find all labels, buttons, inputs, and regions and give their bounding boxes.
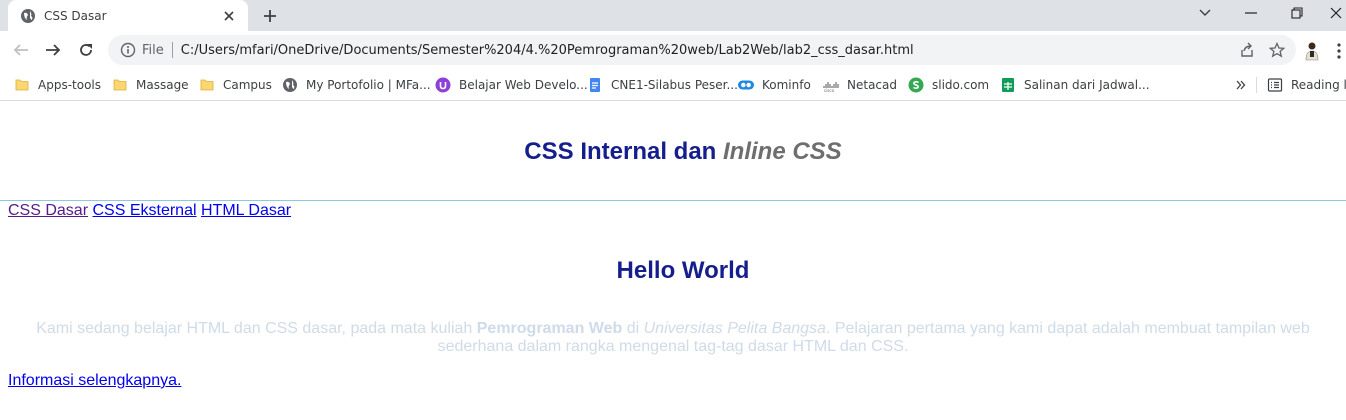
globe-icon	[282, 77, 298, 93]
bookmark-belajar-web[interactable]: Belajar Web Develo...	[435, 73, 588, 97]
restore-icon[interactable]	[1283, 2, 1311, 24]
bookmark-label: Apps-tools	[38, 78, 101, 92]
para-em: Universitas Pelita Bangsa	[643, 320, 826, 337]
profile-avatar-icon[interactable]	[1301, 40, 1323, 62]
bookmark-kominfo[interactable]: Kominfo	[738, 73, 811, 97]
info-icon[interactable]	[120, 42, 136, 58]
share-icon[interactable]	[1236, 39, 1258, 61]
page-title-em: Inline CSS	[723, 138, 842, 165]
bookmark-label: Salinan dari Jadwal...	[1024, 78, 1150, 92]
scheme-label: File	[142, 42, 164, 58]
globe-icon	[20, 8, 36, 24]
tab-strip: CSS Dasar	[0, 0, 1346, 31]
reading-list-label: Reading list	[1291, 78, 1346, 92]
page-title-plain: CSS Internal dan	[524, 138, 723, 165]
hello-heading: Hello World	[616, 257, 750, 284]
para-text-1: Kami sedang belajar HTML dan CSS dasar, …	[36, 320, 477, 337]
folder-icon	[112, 77, 128, 93]
tab-search-chevron-icon[interactable]	[1191, 2, 1219, 24]
bookmark-star-icon[interactable]	[1266, 39, 1288, 61]
nav-link-css-dasar[interactable]: CSS Dasar	[8, 202, 88, 219]
bookmark-label: Netacad	[847, 78, 897, 92]
horizontal-rule	[0, 200, 1346, 201]
bookmark-slido[interactable]: slido.com	[908, 73, 989, 97]
web-page: CSS Internal dan Inline CSS CSS Dasar CS…	[0, 102, 1346, 420]
back-arrow-icon[interactable]	[8, 37, 34, 63]
nav-link-html-dasar[interactable]: HTML Dasar	[201, 202, 291, 219]
slido-icon	[908, 77, 924, 93]
browser-toolbar: File C:/Users/mfari/OneDrive/Documents/S…	[0, 31, 1346, 69]
bookmark-label: Belajar Web Develo...	[459, 78, 588, 92]
nav-links: CSS Dasar CSS Eksternal HTML Dasar	[8, 202, 291, 220]
bookmark-label: CNE1-Silabus Peser...	[611, 78, 738, 92]
page-title: CSS Internal dan Inline CSS	[0, 138, 1346, 166]
close-icon[interactable]	[220, 7, 238, 25]
more-vert-icon[interactable]	[1334, 41, 1344, 61]
bookmark-label: Kominfo	[762, 78, 811, 92]
forward-arrow-icon[interactable]	[40, 37, 66, 63]
bookmark-label: My Portofolio | MFa...	[306, 78, 431, 92]
reading-list-button[interactable]: Reading list	[1267, 73, 1346, 97]
nav-link-css-eksternal[interactable]: CSS Eksternal	[92, 202, 196, 219]
reload-icon[interactable]	[73, 37, 99, 63]
cisco-icon: cisco	[823, 77, 839, 93]
reading-list-icon	[1267, 77, 1283, 93]
chevron-double-right-icon[interactable]	[1233, 75, 1249, 95]
folder-icon	[199, 77, 215, 93]
bookmark-my-portofolio[interactable]: My Portofolio | MFa...	[282, 73, 431, 97]
bookmark-salinan-jadwal[interactable]: Salinan dari Jadwal...	[1000, 73, 1150, 97]
bookmark-label: Massage	[136, 78, 189, 92]
new-tab-button[interactable]	[258, 4, 282, 28]
tab-css-dasar[interactable]: CSS Dasar	[8, 0, 248, 31]
bookmarks-divider	[1256, 77, 1257, 93]
bookmark-label: Campus	[223, 78, 272, 92]
kominfo-icon	[738, 77, 754, 93]
bookmark-label: slido.com	[932, 78, 990, 92]
close-window-icon[interactable]	[1326, 2, 1346, 24]
tab-title: CSS Dasar	[44, 8, 107, 23]
para-text-2: di	[622, 320, 644, 337]
folder-icon	[14, 77, 30, 93]
minimize-icon[interactable]	[1237, 2, 1265, 24]
info-link[interactable]: Informasi selengkapnya.	[8, 372, 181, 390]
docs-icon	[587, 77, 603, 93]
bookmark-campus[interactable]: Campus	[199, 73, 272, 97]
url-text[interactable]: C:/Users/mfari/OneDrive/Documents/Semest…	[181, 43, 1236, 58]
bookmark-massage[interactable]: Massage	[112, 73, 189, 97]
bookmark-netacad[interactable]: cisco Netacad	[823, 73, 897, 97]
sheets-icon	[1000, 77, 1016, 93]
para-strong: Pemrograman Web	[476, 320, 623, 337]
svg-text:cisco: cisco	[824, 88, 835, 93]
purple-circle-icon	[435, 77, 451, 93]
intro-paragraph: Kami sedang belajar HTML dan CSS dasar, …	[8, 320, 1338, 356]
bookmarks-bar: Apps-tools Massage Campus My Portofolio …	[0, 69, 1346, 101]
bookmark-cne1-silabus[interactable]: CNE1-Silabus Peser...	[587, 73, 738, 97]
omnibox-divider	[171, 42, 173, 58]
bookmark-apps-tools[interactable]: Apps-tools	[14, 73, 101, 97]
address-bar[interactable]: File C:/Users/mfari/OneDrive/Documents/S…	[108, 35, 1296, 65]
